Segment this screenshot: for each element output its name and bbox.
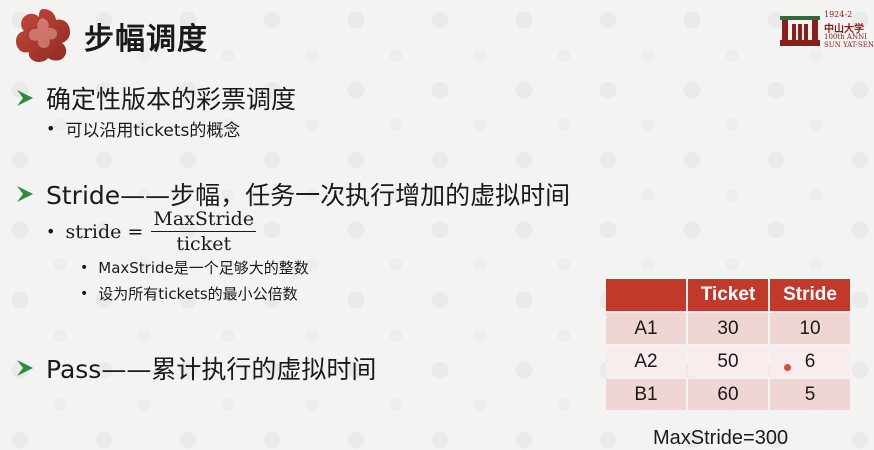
table-row: A2 50 6 (606, 346, 850, 377)
dot-bullet-icon: • (46, 222, 56, 241)
quatrefoil-logo-icon (16, 9, 70, 62)
university-years: 1924-2 (824, 10, 853, 19)
university-name-en: SUN YAT-SEN U (824, 41, 874, 49)
maxstride-note: MaxStride=300 (653, 427, 789, 449)
bullet-stride: Stride——步幅，任务一次执行增加的虚拟时间 (14, 176, 570, 212)
table-cell: 5 (770, 379, 850, 410)
formula-lhs: stride = (65, 220, 144, 243)
laser-pointer-dot (784, 364, 791, 371)
table-row: B1 60 5 (606, 379, 850, 410)
stride-formula: • stride = MaxStride ticket (46, 208, 257, 255)
table-header-cell: Stride (770, 279, 850, 311)
sub-sub-bullet-text: 设为所有tickets的最小公倍数 (98, 285, 298, 303)
formula-denominator: ticket (176, 233, 232, 255)
formula-fraction: MaxStride ticket (151, 208, 257, 255)
table-header-row: Ticket Stride (606, 279, 850, 311)
formula-numerator: MaxStride (151, 208, 257, 232)
sub-bullet-tickets: • 可以沿用tickets的概念 (46, 116, 240, 141)
sub-sub-bullet-lcm: • 设为所有tickets的最小公倍数 (80, 283, 298, 304)
bullet-text: Pass——累计执行的虚拟时间 (46, 355, 377, 384)
arrow-bullet-icon (17, 186, 33, 202)
bullet-text: 确定性版本的彩票调度 (46, 85, 297, 114)
dot-bullet-icon: • (46, 119, 56, 138)
table-cell: A1 (606, 313, 686, 344)
table-cell: B1 (606, 379, 686, 410)
table-row: A1 30 10 (606, 313, 850, 344)
table-cell: 6 (770, 346, 850, 377)
arrow-bullet-icon (17, 90, 33, 106)
sub-sub-bullet-maxstride: • MaxStride是一个足够大的整数 (80, 257, 309, 278)
table-cell: A2 (606, 346, 686, 377)
university-anniversary: 100th ANNI (824, 33, 867, 41)
slide-title: 步幅调度 (84, 22, 208, 57)
bullet-text: Stride——步幅，任务一次执行增加的虚拟时间 (46, 181, 571, 210)
dot-bullet-icon: • (80, 285, 89, 302)
arrow-bullet-icon (17, 360, 33, 376)
table-cell: 50 (688, 346, 768, 377)
bullet-deterministic-lottery: 确定性版本的彩票调度 (14, 80, 296, 116)
sub-bullet-text: 可以沿用tickets的概念 (65, 121, 241, 141)
table-header-cell: Ticket (688, 279, 768, 311)
stride-table: Ticket Stride A1 30 10 A2 50 6 B1 60 5 (604, 277, 852, 412)
table-header-cell (606, 279, 686, 311)
sub-sub-bullet-text: MaxStride是一个足够大的整数 (98, 259, 309, 277)
bullet-pass: Pass——累计执行的虚拟时间 (14, 350, 376, 386)
dot-bullet-icon: • (80, 259, 89, 276)
table-cell: 10 (770, 313, 850, 344)
table-cell: 30 (688, 313, 768, 344)
table-cell: 60 (688, 379, 768, 410)
university-logo: 1924-2 中山大学 100th ANNI SUN YAT-SEN U (778, 10, 874, 50)
university-logo-icon (780, 16, 820, 46)
